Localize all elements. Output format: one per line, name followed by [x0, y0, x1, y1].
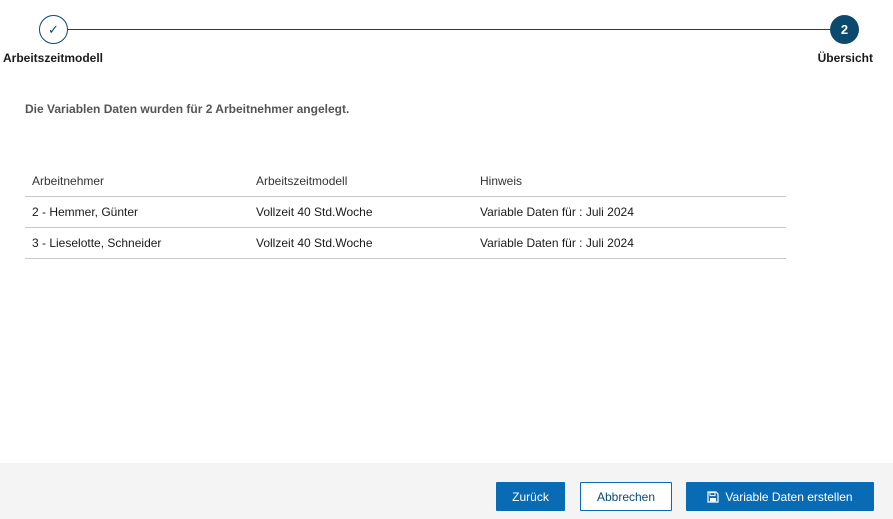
stepper-line	[68, 29, 830, 30]
employee-table: Arbeitnehmer Arbeitszeitmodell Hinweis 2…	[25, 166, 786, 259]
column-header-work-model: Arbeitszeitmodell	[256, 174, 348, 188]
work-model-cell: Vollzeit 40 Std.Woche	[256, 236, 373, 250]
back-button[interactable]: Zurück	[496, 482, 565, 511]
table-header-row: Arbeitnehmer Arbeitszeitmodell Hinweis	[25, 166, 786, 197]
column-header-employee: Arbeitnehmer	[32, 174, 105, 188]
save-icon	[707, 490, 720, 503]
table-row: 2 - Hemmer, Günter Vollzeit 40 Std.Woche…	[25, 197, 786, 228]
employee-cell: 3 - Lieselotte, Schneider	[32, 236, 162, 250]
note-cell: Variable Daten für : Juli 2024	[480, 236, 634, 250]
create-variable-data-button[interactable]: Variable Daten erstellen	[686, 482, 874, 511]
cancel-button[interactable]: Abbrechen	[580, 482, 672, 511]
step-2-label: Übersicht	[817, 51, 873, 65]
footer-bar: Zurück Abbrechen Variable Daten erstelle…	[0, 463, 893, 519]
column-header-note: Hinweis	[480, 174, 523, 188]
employee-cell: 2 - Hemmer, Günter	[32, 205, 139, 219]
stepper: ✓ 2 Arbeitszeitmodell Übersicht	[0, 0, 893, 75]
create-button-label: Variable Daten erstellen	[725, 489, 853, 504]
checkmark-icon: ✓	[48, 21, 59, 37]
step-1-circle[interactable]: ✓	[39, 15, 68, 44]
work-model-cell: Vollzeit 40 Std.Woche	[256, 205, 373, 219]
result-message: Die Variablen Daten wurden für 2 Arbeitn…	[25, 102, 350, 116]
step-2-circle[interactable]: 2	[830, 15, 859, 44]
table-row: 3 - Lieselotte, Schneider Vollzeit 40 St…	[25, 228, 786, 259]
note-cell: Variable Daten für : Juli 2024	[480, 205, 634, 219]
step-2-number: 2	[840, 22, 849, 37]
step-1-label: Arbeitszeitmodell	[3, 51, 104, 65]
